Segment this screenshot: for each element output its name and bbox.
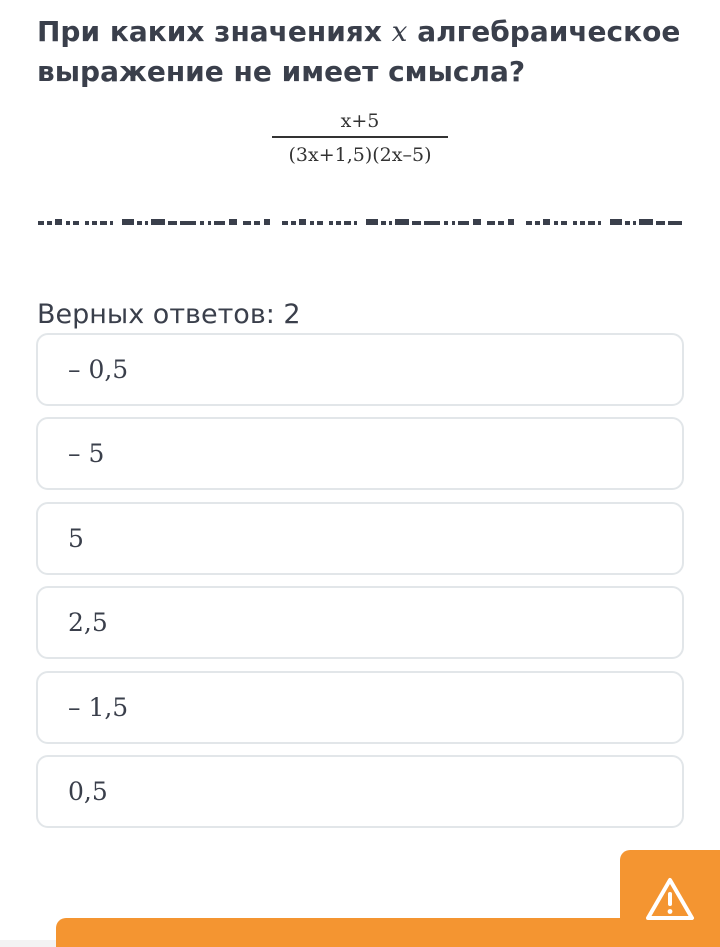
answer-option-label: 5 xyxy=(68,523,84,553)
correct-answers-count: Верных ответов: 2 xyxy=(37,299,301,330)
answer-option-label: 0,5 xyxy=(68,776,108,806)
fraction-bar xyxy=(272,136,448,138)
answer-option-label: – 0,5 xyxy=(68,355,129,384)
question-text: При каких значениях x алгебраическое выр… xyxy=(37,12,687,92)
answer-option-5[interactable]: – 1,5 xyxy=(36,670,684,744)
algebraic-expression: x+5 (3x+1,5)(2x–5) xyxy=(272,108,448,168)
answer-option-label: – 5 xyxy=(68,439,105,469)
answer-option-3[interactable]: 5 xyxy=(36,501,684,575)
question-variable: x xyxy=(391,15,408,48)
warning-triangle-icon xyxy=(646,877,694,920)
answer-option-label: – 1,5 xyxy=(68,692,129,722)
bottom-strip xyxy=(0,940,56,947)
question-text-part1: При каких значениях xyxy=(37,15,392,48)
submit-button[interactable] xyxy=(56,918,620,947)
garbled-text-strip xyxy=(38,219,682,225)
answer-option-4[interactable]: 2,5 xyxy=(36,586,684,660)
expression-denominator: (3x+1,5)(2x–5) xyxy=(288,144,432,166)
answer-option-6[interactable]: 0,5 xyxy=(36,754,684,828)
expression-numerator: x+5 xyxy=(340,110,380,132)
quiz-page: При каких значениях x алгебраическое выр… xyxy=(0,0,720,947)
report-problem-button[interactable] xyxy=(620,850,720,947)
answer-option-1[interactable]: – 0,5 xyxy=(36,333,684,406)
answer-option-2[interactable]: – 5 xyxy=(36,417,684,491)
answer-option-label: 2,5 xyxy=(68,608,108,638)
answer-options-list: – 0,5 – 5 5 2,5 – 1,5 0,5 xyxy=(36,333,684,839)
